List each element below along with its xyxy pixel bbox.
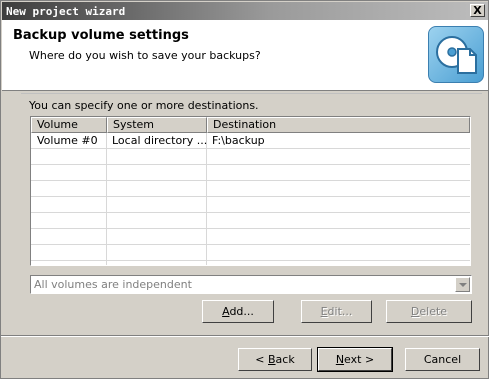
empty-row [31,165,470,181]
button-text-suffix: Cancel [423,353,462,366]
table-header: Volume System Destination [31,117,470,133]
destinations-table[interactable]: Volume System Destination Volume #0 Loca… [30,116,471,266]
empty-row [31,245,470,261]
page-subtitle: Where do you wish to save your backups? [29,49,261,62]
destinations-label: You can specify one or more destinations… [29,99,259,112]
page-title: Backup volume settings [13,28,189,43]
chevron-down-icon[interactable] [455,277,470,292]
column-header-label: Volume [37,118,78,131]
button-text-suffix: elete [419,305,448,318]
button-mnemonic: E [320,305,328,318]
empty-row [31,181,470,197]
delete-button[interactable]: Delete [386,300,472,323]
wizard-header: Backup volume settings Where do you wish… [2,20,488,91]
button-text-suffix: ack [275,353,295,366]
window-title: New project wizard [6,5,126,18]
cell-volume: Volume #0 [37,134,98,147]
content-separator [21,93,482,94]
button-text-suffix: dd... [229,305,254,318]
empty-row [31,213,470,229]
volume-mode-value: All volumes are independent [34,278,192,291]
empty-row [31,149,470,165]
column-header-label: System [113,118,155,131]
disk-copy-icon [428,26,484,83]
cell-system: Local directory ... [112,134,208,147]
add-button[interactable]: Add... [202,300,274,323]
table-row[interactable]: Volume #0 Local directory ... F:\backup [31,133,470,149]
cell-destination: F:\backup [212,134,265,147]
column-header-system[interactable]: System [107,117,207,133]
footer-separator [1,335,489,337]
column-header-label: Destination [213,118,277,131]
column-header-destination[interactable]: Destination [207,117,470,133]
cancel-button[interactable]: Cancel [405,348,480,371]
volume-mode-select[interactable]: All volumes are independent [30,275,472,294]
back-button[interactable]: < Back [238,348,312,371]
button-mnemonic: B [268,353,276,366]
title-bar[interactable]: New project wizard X [2,2,488,20]
next-button[interactable]: Next > [317,347,393,372]
button-text-suffix: dit... [327,305,353,318]
close-icon: X [473,4,482,17]
column-header-volume[interactable]: Volume [31,117,107,133]
button-text-prefix: < [255,353,268,366]
wizard-window: New project wizard X Backup volume setti… [0,0,489,379]
button-mnemonic: N [335,353,345,366]
empty-row [31,197,470,213]
close-button[interactable]: X [470,4,485,17]
edit-button[interactable]: Edit... [301,300,372,323]
empty-row [31,229,470,245]
button-text-suffix: ext > [344,353,375,366]
